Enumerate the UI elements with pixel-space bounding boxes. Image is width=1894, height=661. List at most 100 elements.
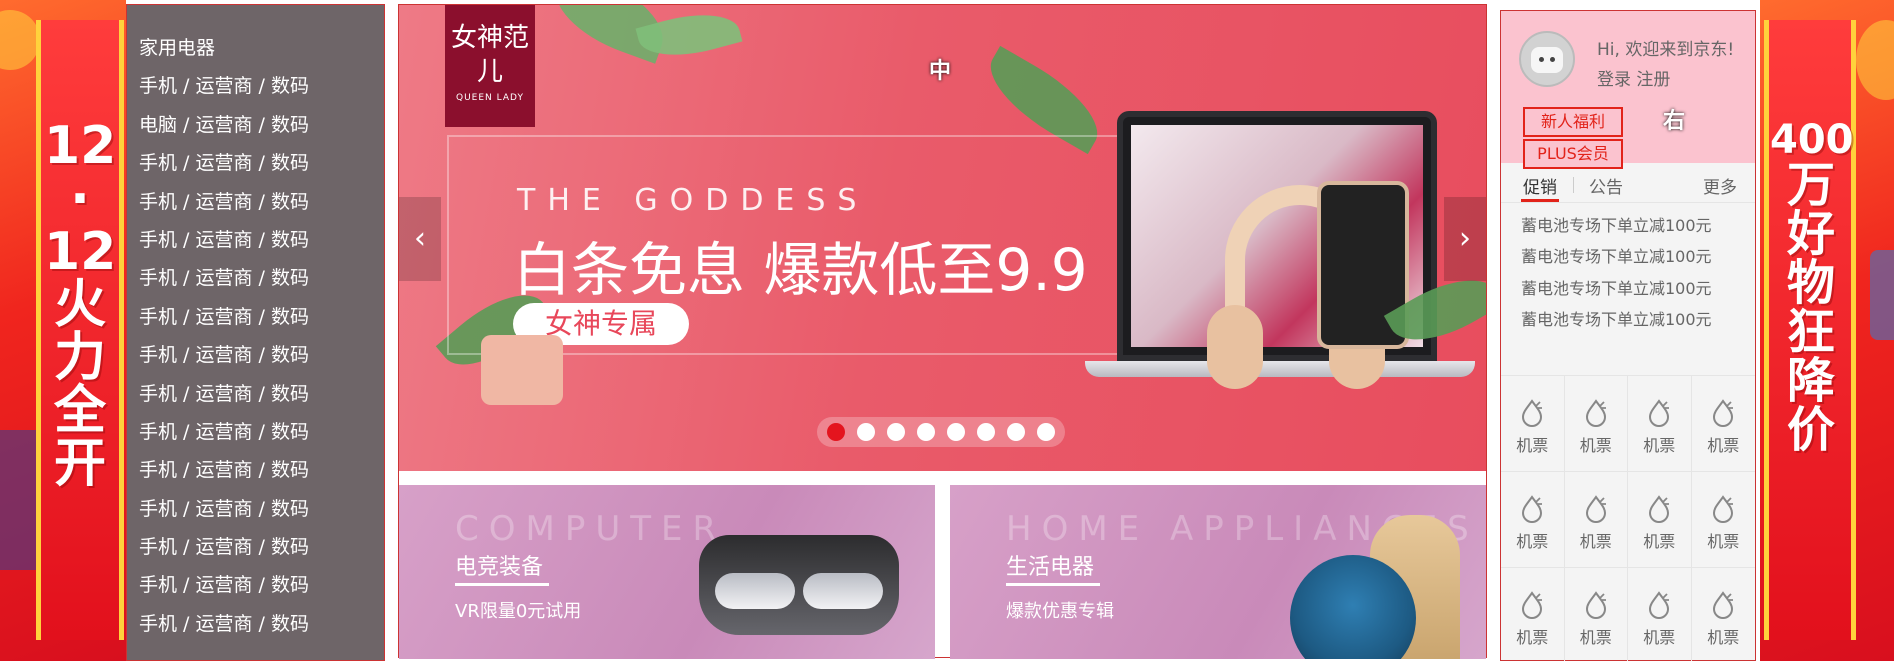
banner-char: 400: [1770, 117, 1854, 163]
category-menu-item[interactable]: 电脑 / 运营商 / 数码: [127, 110, 384, 148]
flight-ticket-icon: [1582, 590, 1610, 620]
flight-ticket-icon: [1645, 398, 1673, 428]
news-item[interactable]: 蓄电池专场下单立减100元: [1521, 309, 1712, 340]
hero-headline: 白条免息 爆款低至9.9: [513, 236, 1088, 304]
right-banner-text: 400 万好物狂降价: [1770, 117, 1854, 458]
service-item[interactable]: 机票: [1565, 568, 1628, 661]
flight-ticket-icon: [1645, 590, 1673, 620]
brand-logo: 女神范儿 QUEEN LADY: [445, 5, 535, 127]
banner-char: 全: [53, 381, 106, 442]
service-item[interactable]: 机票: [1691, 376, 1755, 472]
left-promo-banner[interactable]: 12 · 12 火力全开: [0, 0, 126, 661]
banner-char: 万: [1786, 156, 1835, 213]
sub-banner-description: 爆款优惠专辑: [1006, 601, 1114, 622]
sub-banner-description: VR限量0元试用: [455, 601, 582, 622]
flight-ticket-icon: [1709, 398, 1737, 428]
register-link[interactable]: 注册: [1636, 70, 1670, 90]
carousel-dot[interactable]: [1037, 423, 1055, 441]
news-list: 蓄电池专场下单立减100元 蓄电池专场下单立减100元 蓄电池专场下单立减100元蓄…: [1521, 215, 1712, 341]
new-user-benefit-button[interactable]: 新人福利: [1523, 107, 1623, 137]
category-menu-item[interactable]: 手机 / 运营商 / 数码: [127, 187, 384, 225]
carousel-prev-button[interactable]: ‹: [399, 197, 441, 281]
service-item[interactable]: 机票: [1692, 568, 1756, 661]
flight-ticket-icon: [1582, 398, 1610, 428]
sub-banner-appliances[interactable]: HOME APPLIANCES 生活电器 爆款优惠专辑: [950, 485, 1486, 659]
category-menu-item[interactable]: 家用电器: [127, 33, 384, 71]
category-menu-item[interactable]: 手机 / 运营商 / 数码: [127, 71, 384, 109]
banner-char: 12: [44, 222, 117, 283]
service-item[interactable]: 机票: [1564, 376, 1628, 472]
news-item[interactable]: 蓄电池专场下单立减100元: [1521, 215, 1712, 246]
banner-char: 好: [1786, 205, 1835, 262]
product-decoration: [1870, 250, 1894, 340]
title-underline: [455, 583, 549, 586]
service-item[interactable]: 机票: [1628, 472, 1692, 568]
service-label: 机票: [1579, 628, 1612, 647]
user-info-box: Hi, 欢迎来到京东! 登录 注册 新人福利 PLUS会员 右: [1501, 11, 1755, 169]
login-links: 登录 注册: [1597, 65, 1670, 90]
center-content: 女神范儿 QUEEN LADY THE GODDESS 白条免息 爆款低至9.9…: [398, 4, 1487, 659]
region-label: 中: [929, 59, 952, 84]
service-item[interactable]: 机票: [1628, 568, 1692, 661]
carousel-dot[interactable]: [887, 423, 905, 441]
carousel-dot[interactable]: [1007, 423, 1025, 441]
service-item[interactable]: 机票: [1501, 472, 1565, 568]
service-label: 机票: [1707, 628, 1740, 647]
banner-char: 价: [1786, 401, 1835, 458]
category-menu-item[interactable]: 手机 / 运营商 / 数码: [127, 532, 384, 570]
service-label: 机票: [1516, 436, 1549, 455]
service-item[interactable]: 机票: [1691, 472, 1755, 568]
tab-announcement[interactable]: 公告: [1589, 173, 1623, 198]
category-menu-item[interactable]: 手机 / 运营商 / 数码: [127, 455, 384, 493]
hero-carousel[interactable]: 女神范儿 QUEEN LADY THE GODDESS 白条免息 爆款低至9.9…: [399, 5, 1486, 471]
right-promo-banner[interactable]: 400 万好物狂降价: [1760, 0, 1894, 661]
service-label: 机票: [1707, 436, 1740, 455]
category-menu-item[interactable]: 手机 / 运营商 / 数码: [127, 225, 384, 263]
flight-ticket-icon: [1645, 494, 1673, 524]
decoration-circle: [0, 10, 40, 70]
login-link[interactable]: 登录: [1597, 70, 1631, 90]
category-menu-item[interactable]: 手机 / 运营商 / 数码: [127, 494, 384, 532]
service-item[interactable]: 机票: [1628, 376, 1692, 472]
greeting-text: Hi, 欢迎来到京东!: [1597, 40, 1735, 60]
category-menu-item[interactable]: 手机 / 运营商 / 数码: [127, 263, 384, 301]
active-tab-underline: [1521, 199, 1559, 202]
category-menu-item[interactable]: 手机 / 运营商 / 数码: [127, 340, 384, 378]
category-menu-item[interactable]: 手机 / 运营商 / 数码: [127, 148, 384, 186]
carousel-next-button[interactable]: ›: [1444, 197, 1486, 281]
carousel-dot[interactable]: [827, 423, 845, 441]
more-link[interactable]: 更多: [1703, 173, 1737, 198]
service-item[interactable]: 机票: [1501, 376, 1565, 472]
service-label: 机票: [1643, 532, 1676, 551]
category-menu-item[interactable]: 手机 / 运营商 / 数码: [127, 417, 384, 455]
flight-ticket-icon: [1709, 494, 1737, 524]
news-item[interactable]: 蓄电池专场下单立减100元: [1521, 278, 1712, 309]
service-item[interactable]: 机票: [1501, 568, 1565, 661]
sub-banner-title: 生活电器: [1006, 555, 1095, 580]
category-menu-item[interactable]: 手机 / 运营商 / 数码: [127, 302, 384, 340]
banner-char: 开: [53, 434, 106, 495]
carousel-dot[interactable]: [977, 423, 995, 441]
category-menu-item[interactable]: 手机 / 运营商 / 数码: [127, 570, 384, 608]
user-panel: Hi, 欢迎来到京东! 登录 注册 新人福利 PLUS会员 右 促销 公告 更多…: [1500, 10, 1756, 661]
carousel-dot[interactable]: [947, 423, 965, 441]
avatar[interactable]: [1519, 31, 1575, 87]
service-item[interactable]: 机票: [1564, 472, 1628, 568]
sub-banner-en-title: COMPUTER: [455, 509, 727, 549]
headphone-cup: [1207, 305, 1263, 389]
category-menu-item[interactable]: 手机 / 运营商 / 数码: [127, 609, 384, 647]
carousel-dot[interactable]: [917, 423, 935, 441]
news-item[interactable]: 蓄电池专场下单立减100元: [1521, 246, 1712, 277]
carousel-dot[interactable]: [857, 423, 875, 441]
flight-ticket-icon: [1709, 590, 1737, 620]
banner-char: 降: [1786, 352, 1835, 409]
banner-char: 火: [53, 275, 106, 336]
title-underline: [1006, 583, 1100, 586]
sub-banner-computer[interactable]: COMPUTER 电竞装备 VR限量0元试用: [399, 485, 935, 659]
service-label: 机票: [1516, 628, 1549, 647]
left-banner-text: 12 · 12 火力全开: [44, 119, 117, 495]
brand-name: 女神范儿: [450, 23, 529, 87]
service-grid: 机票 机票 机票 机票 机票 机票 机票 机票 机票 机票 机票 机票: [1501, 375, 1755, 661]
tab-promotion[interactable]: 促销: [1523, 173, 1557, 198]
category-menu-item[interactable]: 手机 / 运营商 / 数码: [127, 379, 384, 417]
